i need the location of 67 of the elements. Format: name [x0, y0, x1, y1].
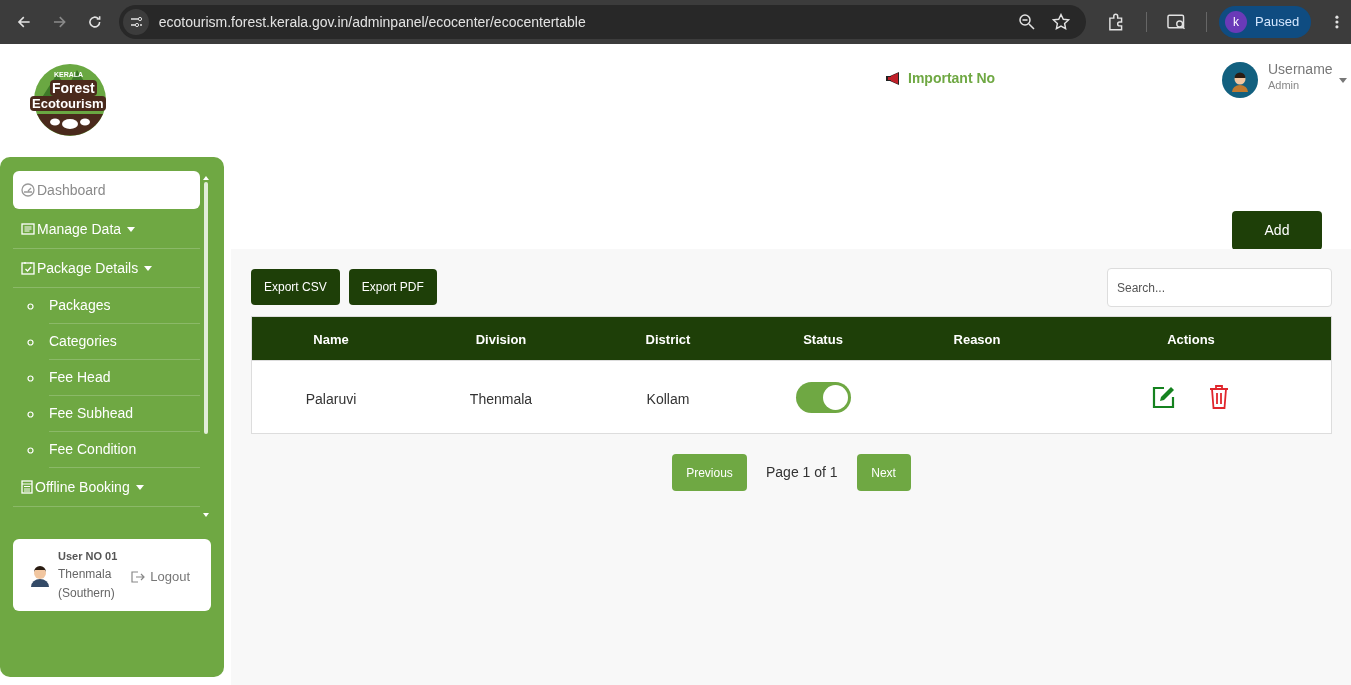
bullet-icon [27, 338, 34, 346]
caret-icon[interactable] [1338, 78, 1347, 83]
site-settings-icon[interactable] [122, 9, 149, 35]
reload-icon[interactable] [87, 14, 103, 30]
sidebar-item[interactable]: Offline Booking [13, 468, 200, 507]
status-toggle[interactable] [796, 382, 851, 413]
table-cell-text: Palaruvi [305, 390, 357, 409]
calendar-check-icon [21, 261, 35, 275]
forward-icon[interactable] [51, 14, 68, 30]
table-cell-text: Thenmala [469, 390, 533, 409]
sidebar-subitem[interactable]: Fee Subhead [49, 396, 200, 432]
table-icon [21, 480, 33, 494]
user-location: (Southern) [58, 584, 116, 602]
scroll-down-icon[interactable] [203, 513, 209, 517]
table-cell-text: Kollam [646, 390, 690, 409]
address-bar[interactable]: ecotourism.forest.kerala.gov.in/adminpanel/ecocenter/ecocentertable [118, 5, 1087, 39]
scroll-up-icon[interactable] [203, 176, 209, 180]
column-header: Actions [1167, 331, 1215, 349]
logout-button[interactable]: Logout [131, 566, 191, 587]
logo-text: Forest [50, 80, 97, 96]
bullet-icon [27, 374, 34, 382]
logo-text: Ecotourism [30, 96, 106, 111]
search-field[interactable]: Search... [1107, 268, 1332, 307]
export-button[interactable]: Export PDF [348, 269, 437, 305]
profile-avatar: k [1225, 11, 1248, 33]
gauge-icon [21, 183, 35, 197]
column-header: Reason [953, 331, 1001, 349]
screen-search-icon[interactable] [1166, 13, 1187, 31]
sidebar-subitem[interactable]: Categories [49, 324, 200, 360]
sidebar-item[interactable]: Package Details [13, 249, 200, 288]
sidebar-subitem[interactable]: Fee Condition [49, 432, 200, 468]
user-location: Thenmala [58, 565, 113, 583]
sidebar-subitem[interactable]: Packages [49, 288, 200, 324]
bullet-icon [27, 302, 34, 310]
sidebar-item[interactable]: Dashboard [13, 171, 200, 209]
user-avatar [29, 563, 51, 587]
user-name: Username [1268, 60, 1333, 78]
user-role: Admin [1268, 78, 1301, 92]
previous-button[interactable]: Previous [672, 454, 747, 491]
list-icon [21, 223, 35, 235]
important-number-link[interactable]: Important No [908, 68, 996, 89]
next-button[interactable]: Next [856, 454, 911, 491]
page-indicator: Page 1 of 1 [766, 463, 838, 482]
column-header: District [645, 331, 691, 349]
user-id: User NO 01 [58, 548, 118, 564]
column-header: Status [803, 331, 843, 349]
user-avatar[interactable] [1222, 62, 1258, 98]
profile-status: Paused [1255, 13, 1300, 32]
trash-icon[interactable] [1209, 385, 1229, 409]
edit-icon[interactable] [1152, 385, 1176, 409]
star-icon[interactable] [1052, 13, 1071, 31]
sidebar-item[interactable]: Manage Data [13, 210, 200, 249]
scrollbar[interactable] [204, 182, 208, 434]
url-text: ecotourism.forest.kerala.gov.in/adminpanel/ecocenter/ecocentertable [158, 12, 586, 32]
zoom-icon[interactable] [1018, 13, 1037, 31]
back-icon[interactable] [16, 14, 32, 30]
sidebar-subitem[interactable]: Fee Head [49, 360, 200, 396]
logout-icon [131, 570, 146, 583]
column-header: Division [475, 331, 527, 349]
profile-button[interactable]: k Paused [1219, 6, 1312, 38]
export-button[interactable]: Export CSV [251, 269, 340, 305]
megaphone-icon [885, 72, 902, 85]
add-button[interactable]: Add [1232, 211, 1322, 250]
bullet-icon [27, 446, 34, 454]
menu-icon[interactable] [1335, 14, 1339, 30]
column-header: Name [313, 331, 349, 349]
bullet-icon [27, 410, 34, 418]
